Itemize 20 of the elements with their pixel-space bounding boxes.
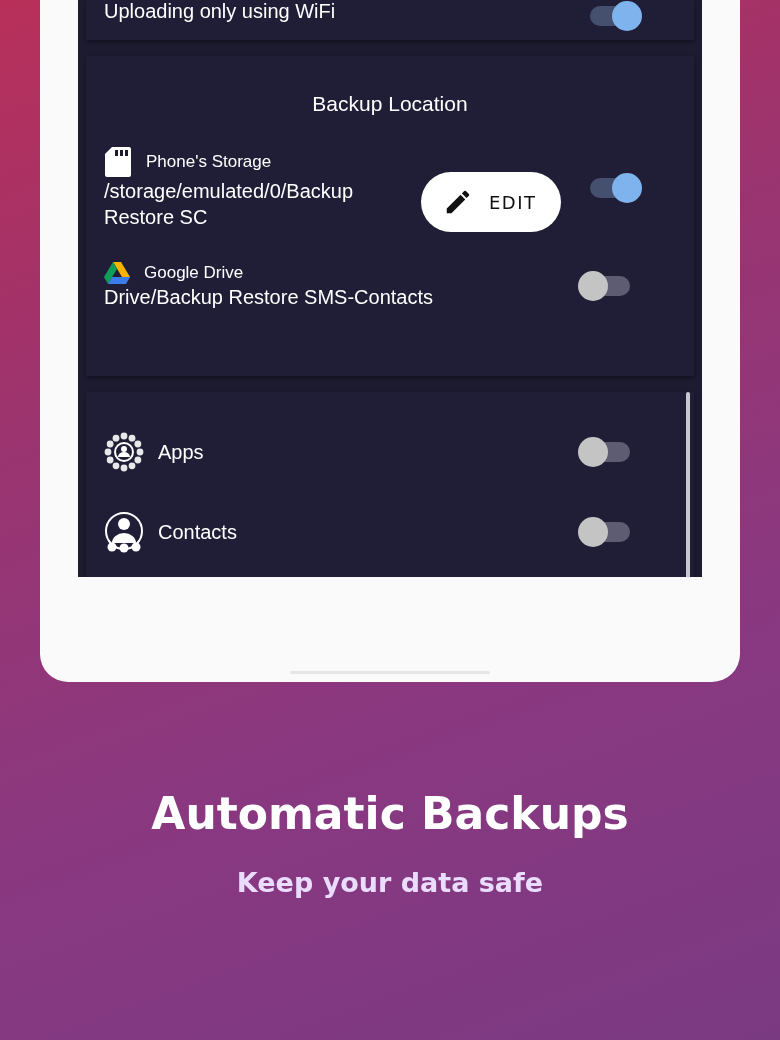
location-name: Phone's Storage (146, 152, 272, 172)
sd-card-icon (104, 146, 132, 178)
edit-button[interactable]: EDIT (421, 172, 561, 232)
location-name: Google Drive (144, 263, 244, 283)
toggle-switch[interactable] (590, 172, 642, 204)
toggle-switch[interactable] (590, 0, 642, 32)
item-label: Apps (158, 440, 204, 464)
toggle-switch[interactable] (578, 270, 630, 302)
location-path: /storage/emulated/0/Backup Restore SC (104, 179, 355, 230)
triangle-icon (104, 262, 130, 284)
setting-label: Uploading only using WiFi (104, 0, 336, 23)
person-circle-icon (104, 432, 144, 472)
subtitle: Keep your data safe (236, 867, 544, 898)
toggle-switch[interactable] (578, 516, 630, 548)
person-icon (104, 511, 144, 553)
item-label: Contacts (158, 520, 237, 544)
section-title: Backup Location (311, 92, 469, 116)
headline: Automatic Backups (151, 788, 629, 839)
toggle-switch[interactable] (578, 436, 630, 468)
location-path: Drive/Backup Restore SMS-Contacts (104, 285, 434, 310)
